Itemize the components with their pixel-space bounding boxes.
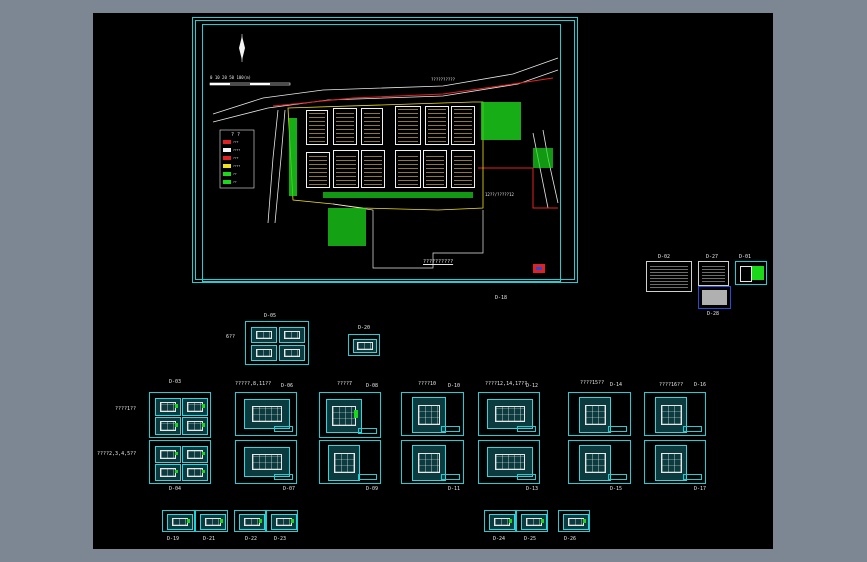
road-label-bottom: 12??/?????12 bbox=[485, 192, 514, 197]
sheet-code-d27: D-27 bbox=[706, 254, 719, 260]
sheet-d14[interactable] bbox=[568, 392, 631, 436]
building[interactable] bbox=[395, 150, 421, 188]
building[interactable] bbox=[451, 106, 475, 145]
group1-note-b: ????2,3,4,5?? bbox=[97, 451, 137, 457]
green-area-icon bbox=[481, 102, 521, 140]
north-arrow-icon bbox=[239, 34, 245, 62]
sheet-d01[interactable] bbox=[735, 261, 767, 285]
sheet-d10[interactable] bbox=[401, 392, 464, 436]
sheet-code-d01: D-01 bbox=[739, 254, 752, 260]
legend-item: ?? bbox=[233, 172, 237, 176]
sheet-code-d18: D-18 bbox=[495, 295, 508, 301]
sheet-code-d09: D-09 bbox=[366, 486, 379, 492]
scale-bar-icon bbox=[209, 82, 291, 86]
sheet-code-d13: D-13 bbox=[526, 486, 539, 492]
site-plan-sheet[interactable]: 0 10 20 50 100(m) ?????????? ? ? ??? ???… bbox=[192, 17, 578, 283]
sheet-d11[interactable] bbox=[401, 440, 464, 484]
scale-label: 0 10 20 50 100(m) bbox=[210, 75, 251, 80]
legend-item: ??? bbox=[233, 140, 239, 144]
sheet-d04[interactable] bbox=[149, 440, 211, 484]
sheet-d23[interactable] bbox=[266, 510, 298, 532]
group5-title: ????12,14,17?? bbox=[485, 381, 528, 387]
sheet-d26[interactable] bbox=[558, 510, 590, 532]
building[interactable] bbox=[306, 110, 328, 145]
sheet-code-d11: D-11 bbox=[448, 486, 461, 492]
sheet-d13[interactable] bbox=[478, 440, 540, 484]
sheet-code-d06: D-06 bbox=[281, 383, 294, 389]
sheet-code-d03: D-03 bbox=[169, 379, 182, 385]
cad-model-space[interactable]: 0 10 20 50 100(m) ?????????? ? ? ??? ???… bbox=[93, 13, 773, 549]
sheet-code-d23: D-23 bbox=[274, 536, 287, 542]
legend-item: ???? bbox=[233, 148, 241, 152]
building[interactable] bbox=[306, 152, 330, 188]
building[interactable] bbox=[395, 106, 421, 145]
sheet-d24[interactable] bbox=[484, 510, 516, 532]
sheet-code-d12: D-12 bbox=[526, 383, 539, 389]
sheet-d27[interactable] bbox=[698, 261, 729, 286]
sheet-code-d19: D-19 bbox=[167, 536, 180, 542]
group1-note-a: ????1?? bbox=[115, 406, 137, 412]
sheet-d28[interactable] bbox=[698, 286, 731, 309]
sheet-d08[interactable] bbox=[319, 392, 381, 438]
group2-title: ?????,8,11?? bbox=[235, 381, 272, 387]
sheet-code-d28: D-28 bbox=[707, 311, 720, 317]
sheet-d09[interactable] bbox=[319, 440, 381, 484]
sheet-code-d15: D-15 bbox=[610, 486, 623, 492]
sheet-d05[interactable] bbox=[245, 321, 309, 365]
sheet-d12[interactable] bbox=[478, 392, 540, 436]
group7-title: ????16?? bbox=[659, 382, 684, 388]
building[interactable] bbox=[333, 108, 357, 145]
sheet-code-d21: D-21 bbox=[203, 536, 216, 542]
legend-item: ??? bbox=[233, 156, 239, 160]
sheet-d16[interactable] bbox=[644, 392, 706, 436]
sheet-code-d16: D-16 bbox=[694, 382, 707, 388]
sheet-d22[interactable] bbox=[234, 510, 266, 532]
sheet-code-d25: D-25 bbox=[524, 536, 537, 542]
building[interactable] bbox=[423, 150, 447, 188]
sheet-code-d10: D-10 bbox=[448, 383, 461, 389]
group6-title: ????15?? bbox=[580, 380, 605, 386]
group3-title: ????7 bbox=[337, 381, 353, 387]
sheet-code-d22: D-22 bbox=[245, 536, 258, 542]
sheet-d03[interactable] bbox=[149, 392, 211, 438]
sheet-code-d05: D-05 bbox=[264, 313, 277, 319]
building[interactable] bbox=[333, 150, 359, 188]
sheet-code-d17: D-17 bbox=[694, 486, 707, 492]
site-plan-drawing bbox=[209, 34, 559, 273]
sheet-code-d24: D-24 bbox=[493, 536, 506, 542]
building[interactable] bbox=[361, 150, 385, 188]
sheet-d06[interactable] bbox=[235, 392, 297, 436]
sheet-d05-note: 6?? bbox=[226, 334, 236, 340]
sheet-code-d07: D-07 bbox=[283, 486, 296, 492]
sheet-code-d08: D-08 bbox=[366, 383, 379, 389]
sheet-d25[interactable] bbox=[516, 510, 548, 532]
legend-title: ? ? bbox=[231, 132, 241, 138]
sheet-d07[interactable] bbox=[235, 440, 297, 484]
group4-title: ????10 bbox=[418, 381, 437, 387]
sheet-code-d04: D-04 bbox=[169, 486, 182, 492]
legend-item: ???? bbox=[233, 164, 241, 168]
sheet-code-d02: D-02 bbox=[658, 254, 671, 260]
sheet-code-d20: D-20 bbox=[358, 325, 371, 331]
legend-item: ?? bbox=[233, 180, 237, 184]
road-label-top: ?????????? bbox=[431, 77, 456, 82]
building[interactable] bbox=[451, 150, 475, 188]
sheet-d02[interactable] bbox=[646, 261, 692, 292]
sheet-code-d14: D-14 bbox=[610, 382, 623, 388]
building[interactable] bbox=[425, 106, 449, 145]
legend-items: ??? ???? ??? ???? ?? ?? bbox=[233, 139, 240, 187]
building[interactable] bbox=[361, 108, 383, 145]
sheet-d20[interactable] bbox=[348, 334, 380, 356]
sheet-code-d26: D-26 bbox=[564, 536, 577, 542]
sheet-d19[interactable] bbox=[162, 510, 195, 532]
sheet-d15[interactable] bbox=[568, 440, 631, 484]
plan-caption: ?????????? bbox=[423, 259, 454, 265]
sheet-d17[interactable] bbox=[644, 440, 706, 484]
sheet-d21[interactable] bbox=[195, 510, 228, 532]
